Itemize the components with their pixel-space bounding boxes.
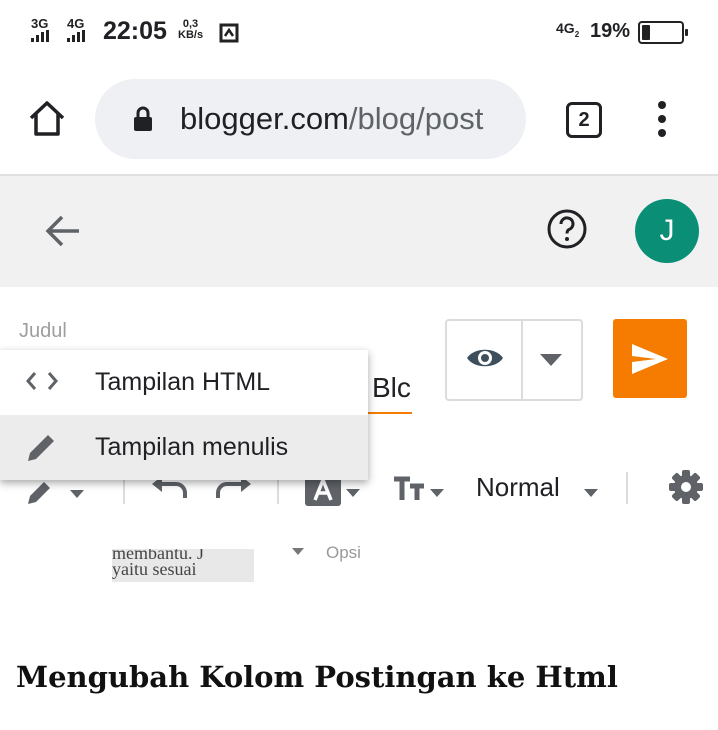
view-mode-menu: Tampilan HTML Tampilan menulis — [0, 350, 368, 480]
lte-indicator: 4G2 — [556, 20, 580, 39]
pencil-mode-icon[interactable] — [26, 478, 60, 506]
paragraph-style-select[interactable]: Normal — [476, 472, 560, 503]
menu-item-compose-view[interactable]: Tampilan menulis — [0, 415, 368, 480]
post-heading[interactable]: Mengubah Kolom Postingan ke Html — [16, 660, 618, 694]
publish-button[interactable] — [613, 319, 687, 398]
font-size-icon[interactable] — [394, 476, 428, 500]
url-text: blogger.com/blog/post — [180, 101, 484, 136]
network-type-2: 4G — [67, 16, 85, 31]
signal-icon-1 — [31, 30, 49, 42]
preview-dropdown-icon[interactable] — [540, 354, 562, 366]
lock-icon — [134, 106, 152, 131]
font-size-dropdown-icon[interactable] — [430, 489, 444, 497]
screenshot-icon — [219, 23, 239, 43]
image-options-label[interactable]: Opsi — [326, 543, 361, 563]
home-icon[interactable] — [27, 98, 67, 138]
network-speed: 0,3 KB/s — [178, 18, 204, 41]
toolbar-separator — [626, 472, 628, 504]
eye-icon[interactable] — [465, 344, 505, 372]
url-bar[interactable]: blogger.com/blog/post — [95, 79, 526, 159]
avatar[interactable]: J — [635, 199, 699, 263]
menu-item-label: Tampilan HTML — [95, 368, 271, 396]
editor-header — [0, 176, 718, 287]
title-input-text[interactable]: Blc — [372, 372, 411, 404]
code-icon — [26, 372, 58, 390]
battery-icon — [638, 21, 688, 44]
title-label: Judul — [19, 320, 67, 342]
menu-item-html-view[interactable]: Tampilan HTML — [0, 350, 368, 415]
network-type-1: 3G — [31, 16, 49, 31]
preview-separator — [521, 321, 523, 399]
battery-percent: 19% — [590, 20, 631, 42]
mode-dropdown-icon[interactable] — [70, 490, 84, 498]
clock: 22:05 — [103, 17, 167, 45]
status-bar: 3G 4G 22:05 0,3 KB/s 4G2 19% — [0, 0, 718, 64]
send-icon — [632, 344, 668, 374]
signal-icon-2 — [67, 30, 85, 42]
back-arrow-icon[interactable] — [45, 214, 81, 248]
image-options-dropdown-icon[interactable] — [292, 548, 304, 555]
gear-icon[interactable] — [669, 470, 703, 504]
paragraph-style-dropdown-icon[interactable] — [584, 489, 598, 497]
menu-item-label: Tampilan menulis — [95, 433, 289, 461]
help-icon[interactable] — [546, 208, 588, 250]
more-options-icon[interactable] — [652, 100, 672, 138]
pencil-icon — [28, 435, 54, 461]
text-color-dropdown-icon[interactable] — [346, 489, 360, 497]
embedded-image[interactable]: membantu. J yaitu sesuai — [112, 549, 254, 582]
tab-switcher-button[interactable]: 2 — [566, 102, 602, 138]
